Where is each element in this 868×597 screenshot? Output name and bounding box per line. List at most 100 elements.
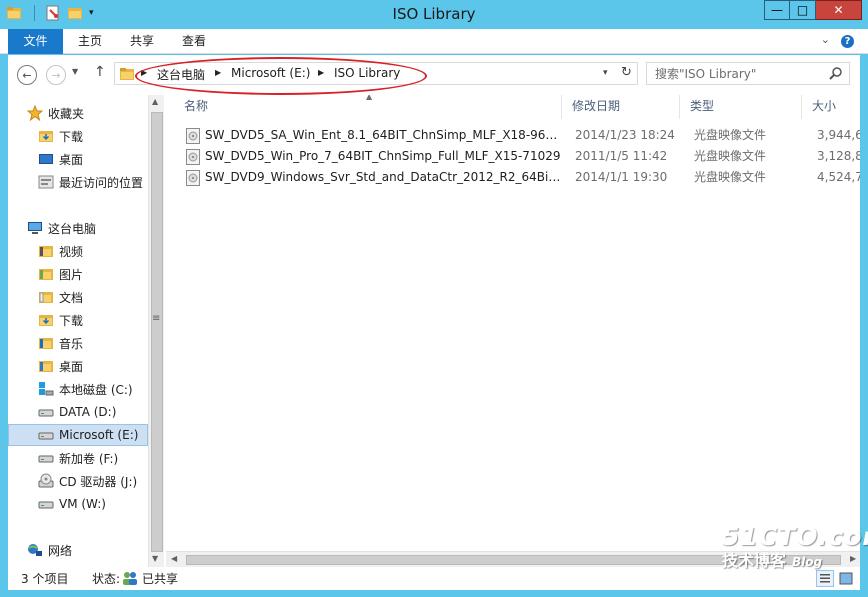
file-name: SW_DVD5_SA_Win_Ent_8.1_64BIT_ChnSimp_MLF… <box>205 128 563 142</box>
chevron-up-icon[interactable]: ▲ <box>152 97 158 106</box>
file-list: ▲ 名称 修改日期 类型 大小 SW_DVD5_SA_Win_Ent_8.1_6… <box>166 95 860 567</box>
nav-item-desktop[interactable]: 桌面 <box>8 355 148 377</box>
tab-home[interactable]: 主页 <box>70 29 110 54</box>
pictures-folder-icon <box>39 269 53 280</box>
tab-share[interactable]: 共享 <box>122 29 162 54</box>
nav-item-videos[interactable]: 视频 <box>8 240 148 262</box>
nav-label: 音乐 <box>59 336 84 351</box>
nav-item-recent-places[interactable]: 最近访问的位置 <box>8 171 148 193</box>
shared-status: 已共享 <box>142 572 179 586</box>
system-drive-icon <box>39 382 54 396</box>
forward-button[interactable]: → <box>46 65 66 85</box>
column-header-name[interactable]: 名称 <box>174 95 562 119</box>
chevron-down-icon[interactable]: ▼ <box>152 554 158 563</box>
close-button[interactable]: ✕ <box>816 0 862 20</box>
help-icon[interactable]: ? <box>841 35 854 48</box>
disc-image-file-icon <box>186 170 200 186</box>
chevron-right-icon[interactable]: ▶ <box>141 68 147 77</box>
title-bar: ▾ ISO Library — □ ✕ <box>0 0 868 28</box>
nav-item-drive-w[interactable]: VM (W:) <box>8 493 148 515</box>
drive-icon <box>38 409 54 417</box>
nav-item-documents[interactable]: 文档 <box>8 286 148 308</box>
nav-label: Microsoft (E:) <box>59 428 139 442</box>
drive-icon <box>38 432 54 440</box>
file-name-cell: SW_DVD5_SA_Win_Ent_8.1_64BIT_ChnSimp_MLF… <box>186 125 566 146</box>
nav-label: 这台电脑 <box>48 221 97 236</box>
tab-view[interactable]: 查看 <box>174 29 214 54</box>
nav-label: 桌面 <box>59 359 84 374</box>
large-icons-view-icon <box>839 572 853 585</box>
status-label: 状态: <box>92 572 121 586</box>
navigation-pane: 收藏夹 下载 桌面 最近访问的位置 这台电脑 视频 图片 文档 下载 音乐 桌面… <box>8 95 148 567</box>
nav-item-downloads-fav[interactable]: 下载 <box>8 125 148 147</box>
chevron-down-icon[interactable]: ▾ <box>603 68 608 78</box>
column-header-type[interactable]: 类型 <box>680 95 802 119</box>
file-size: 3,944,656 <box>817 128 860 142</box>
downloads-folder-icon <box>39 131 53 142</box>
nav-favorites[interactable]: 收藏夹 <box>8 102 148 124</box>
disc-image-file-icon <box>186 149 200 165</box>
watermark: 51CTO.com 技术博客 Blog <box>722 522 868 571</box>
nav-item-drive-c[interactable]: 本地磁盘 (C:) <box>8 378 148 400</box>
ribbon: 文件 主页 共享 查看 ⌄ ? <box>0 29 868 54</box>
table-row[interactable]: SW_DVD9_Windows_Svr_Std_and_DataCtr_2012… <box>186 167 860 188</box>
file-type: 光盘映像文件 <box>694 170 767 184</box>
minimize-button[interactable]: — <box>764 0 790 20</box>
file-date: 2011/1/5 11:42 <box>575 149 668 163</box>
table-row[interactable]: SW_DVD5_SA_Win_Ent_8.1_64BIT_ChnSimp_MLF… <box>186 125 860 146</box>
table-row[interactable]: SW_DVD5_Win_Pro_7_64BIT_ChnSimp_Full_MLF… <box>186 146 860 167</box>
network-icon <box>28 544 42 556</box>
nav-item-music[interactable]: 音乐 <box>8 332 148 354</box>
chevron-left-icon[interactable]: ◀ <box>171 554 177 563</box>
refresh-icon[interactable]: ↻ <box>621 65 632 80</box>
column-header-size[interactable]: 大小 <box>802 95 860 119</box>
tab-file[interactable]: 文件 <box>8 29 63 54</box>
nav-label: 收藏夹 <box>48 106 85 121</box>
breadcrumb-drive[interactable]: Microsoft (E:) <box>231 66 310 80</box>
up-arrow-icon[interactable]: ↑ <box>94 64 106 80</box>
nav-item-drive-e[interactable]: Microsoft (E:) <box>8 424 148 446</box>
navigation-pane-scrollbar[interactable]: ▲ ≡ ▼ <box>148 95 164 567</box>
breadcrumb-folder[interactable]: ISO Library <box>334 66 400 80</box>
file-date: 2014/1/1 19:30 <box>575 170 668 184</box>
nav-item-drive-d[interactable]: DATA (D:) <box>8 401 148 423</box>
nav-label: 最近访问的位置 <box>59 175 144 190</box>
address-bar[interactable]: ▶ 这台电脑 ▶ Microsoft (E:) ▶ ISO Library ▾ … <box>114 57 638 95</box>
file-size: 3,128,878 <box>817 149 860 163</box>
watermark-subtitle: 技术博客 Blog <box>722 552 868 571</box>
scrollbar-thumb[interactable] <box>151 112 163 552</box>
nav-item-drive-f[interactable]: 新加卷 (F:) <box>8 447 148 469</box>
nav-label: DATA (D:) <box>59 405 117 419</box>
file-name-cell: SW_DVD5_Win_Pro_7_64BIT_ChnSimp_Full_MLF… <box>186 146 566 167</box>
grip-icon: ≡ <box>152 313 161 324</box>
details-view-button[interactable] <box>816 570 834 587</box>
nav-item-desktop-fav[interactable]: 桌面 <box>8 148 148 170</box>
nav-this-pc[interactable]: 这台电脑 <box>8 217 148 239</box>
window-controls: — □ ✕ <box>764 0 862 20</box>
shared-users-icon <box>123 572 137 585</box>
folder-icon <box>120 68 134 80</box>
videos-folder-icon <box>39 246 53 257</box>
back-button[interactable]: ← <box>17 65 37 85</box>
nav-network[interactable]: 网络 <box>8 539 148 561</box>
large-icons-view-button[interactable] <box>837 570 855 587</box>
search-icon[interactable] <box>829 66 843 80</box>
breadcrumb-this-pc[interactable]: 这台电脑 <box>157 66 205 83</box>
recent-locations-icon[interactable]: ▼ <box>72 67 78 76</box>
chevron-right-icon[interactable]: ▶ <box>215 68 221 77</box>
file-type: 光盘映像文件 <box>694 149 767 163</box>
chevron-right-icon[interactable]: ▶ <box>318 68 324 77</box>
window-title: ISO Library <box>392 5 476 23</box>
nav-item-downloads[interactable]: 下载 <box>8 309 148 331</box>
file-name: SW_DVD9_Windows_Svr_Std_and_DataCtr_2012… <box>205 170 563 184</box>
nav-label: 新加卷 (F:) <box>59 451 119 466</box>
nav-item-drive-j[interactable]: CD 驱动器 (J:) <box>8 470 148 492</box>
nav-label: 下载 <box>59 313 84 328</box>
cd-drive-icon <box>38 473 54 488</box>
column-header-date[interactable]: 修改日期 <box>562 95 680 119</box>
search-input[interactable] <box>647 63 817 84</box>
nav-item-pictures[interactable]: 图片 <box>8 263 148 285</box>
maximize-button[interactable]: □ <box>790 0 816 20</box>
arrow-left-icon: ← <box>22 68 32 82</box>
chevron-down-icon[interactable]: ⌄ <box>821 33 830 46</box>
